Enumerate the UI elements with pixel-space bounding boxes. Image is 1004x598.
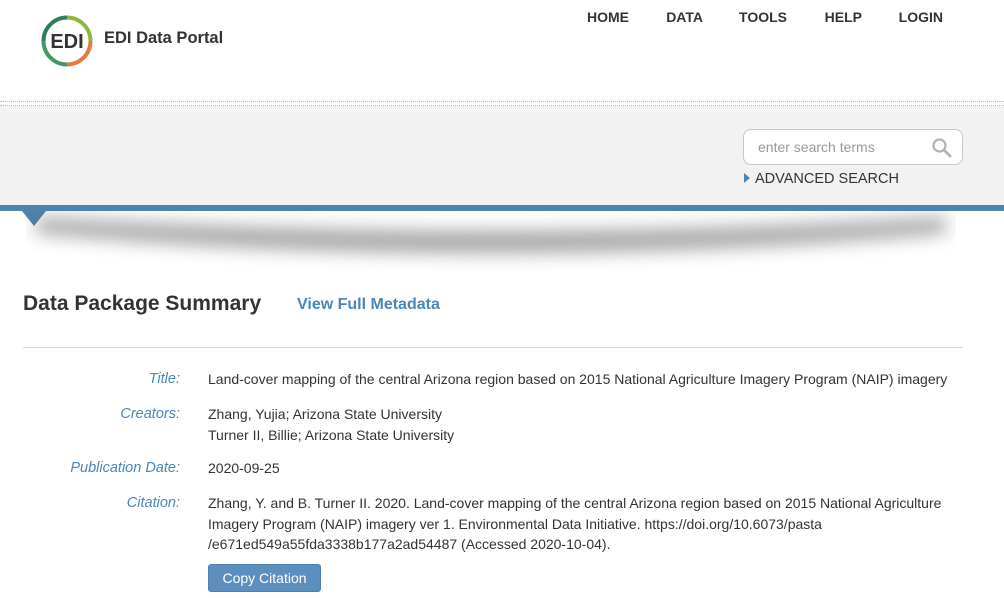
summary-divider	[23, 347, 963, 348]
creators-label: Creators:	[120, 406, 180, 422]
view-full-metadata-link[interactable]: View Full Metadata	[297, 296, 440, 314]
search-band: ADVANCED SEARCH	[0, 106, 1004, 205]
advanced-search-label: ADVANCED SEARCH	[755, 171, 899, 187]
citation-label: Citation:	[126, 495, 180, 511]
nav-tools[interactable]: TOOLS	[739, 9, 787, 25]
page-title: Data Package Summary	[23, 292, 262, 315]
title-value: Land-cover mapping of the central Arizon…	[208, 369, 968, 390]
citation-line: Imagery Program (NAIP) imagery ver 1. En…	[208, 515, 822, 532]
creator-item: Zhang, Yujia; Arizona State University	[208, 406, 442, 422]
creator-item: Turner II, Billie; Arizona State Univers…	[208, 426, 455, 443]
advanced-search-link[interactable]: ADVANCED SEARCH	[744, 171, 899, 187]
citation-line: /e671ed549a55fda3338b177a2ad54487 (Acces…	[208, 536, 611, 552]
pointer-triangle-icon	[22, 211, 46, 226]
edi-logo-icon[interactable]: EDI	[40, 14, 94, 68]
copy-citation-button[interactable]: Copy Citation	[208, 564, 321, 592]
site-header: EDI EDI Data Portal HOME DATA TOOLS HELP…	[0, 0, 1004, 104]
triangle-right-icon	[744, 173, 750, 183]
search-input[interactable]	[745, 131, 923, 163]
nav-help[interactable]: HELP	[825, 9, 862, 25]
citation-value: Zhang, Y. and B. Turner II. 2020. Land-c…	[208, 493, 968, 555]
decorative-shadow	[26, 211, 956, 281]
nav-login[interactable]: LOGIN	[899, 9, 943, 25]
svg-text:EDI: EDI	[50, 31, 83, 53]
content-divider	[0, 205, 1004, 211]
citation-line: Zhang, Y. and B. Turner II. 2020. Land-c…	[208, 495, 942, 511]
summary-header: Data Package Summary View Full Metadata	[23, 292, 963, 322]
pubdate-value: 2020-09-25	[208, 458, 968, 479]
site-brand[interactable]: EDI Data Portal	[104, 29, 223, 48]
search-icon[interactable]	[930, 136, 954, 160]
pubdate-text: 2020-09-25	[208, 460, 280, 476]
title-text: Land-cover mapping of the central Arizon…	[208, 371, 948, 387]
search-box	[743, 129, 963, 165]
creators-value: Zhang, Yujia; Arizona State University T…	[208, 404, 968, 445]
nav-data[interactable]: DATA	[666, 9, 703, 25]
pubdate-label: Publication Date:	[70, 460, 180, 476]
title-label: Title:	[148, 371, 180, 387]
nav-home[interactable]: HOME	[587, 9, 629, 25]
